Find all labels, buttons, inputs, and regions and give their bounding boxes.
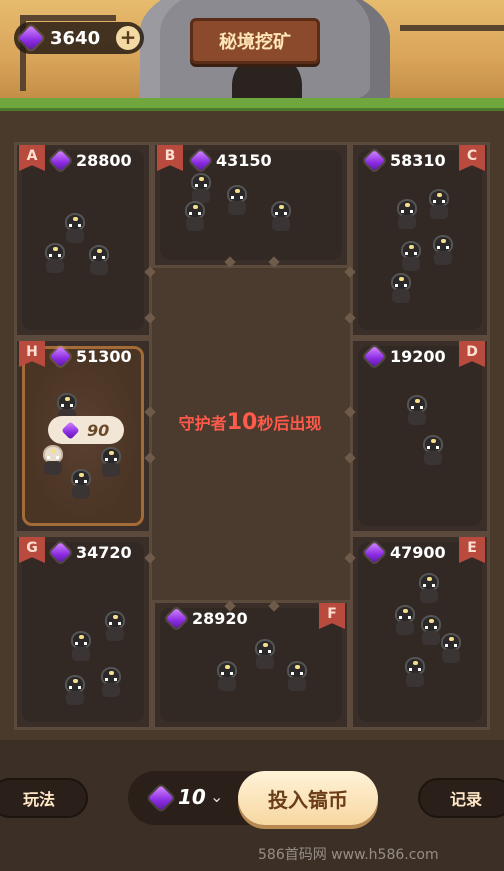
- bet-amount-value: 10: [178, 785, 206, 809]
- miner: [429, 235, 457, 265]
- room-e[interactable]: E 47900: [350, 534, 490, 730]
- watermark: 586首码网 www.h586.com: [258, 847, 439, 863]
- gem-icon: [189, 149, 212, 172]
- miner: [85, 245, 113, 275]
- records-button[interactable]: 记录: [418, 778, 504, 818]
- chevron-down-icon[interactable]: ⌄: [210, 787, 223, 806]
- room-c-value: 58310: [363, 149, 446, 172]
- gem-icon: [49, 345, 72, 368]
- gem-icon: [363, 345, 386, 368]
- miner: [61, 213, 89, 243]
- grass-strip: [0, 98, 504, 111]
- crane-right: [400, 25, 504, 31]
- miner: [181, 201, 209, 231]
- gem-icon: [18, 25, 44, 51]
- gem-balance-value: 3640: [50, 27, 101, 49]
- miner: [393, 199, 421, 229]
- miner: [251, 639, 279, 669]
- miner: [97, 447, 125, 477]
- miner: [397, 241, 425, 271]
- my-bet-badge: 90: [48, 416, 124, 444]
- room-e-value: 47900: [363, 541, 446, 564]
- miner: [101, 611, 129, 641]
- player-miner: [39, 445, 67, 475]
- gem-icon: [49, 149, 72, 172]
- miner: [391, 605, 419, 635]
- gem-balance: 3640 +: [14, 22, 144, 54]
- room-d-value: 19200: [363, 345, 446, 368]
- miner: [97, 667, 125, 697]
- miner: [415, 573, 443, 603]
- miner: [267, 201, 295, 231]
- miner: [437, 633, 465, 663]
- gem-icon: [165, 607, 188, 630]
- miner: [41, 243, 69, 273]
- room-a[interactable]: A 28800: [14, 142, 152, 338]
- rules-button[interactable]: 玩法: [0, 778, 88, 818]
- room-g-value: 34720: [49, 541, 132, 564]
- room-c[interactable]: C 58310: [350, 142, 490, 338]
- room-f-value: 28920: [165, 607, 248, 630]
- gem-icon: [148, 785, 174, 811]
- room-d[interactable]: D 19200: [350, 338, 490, 534]
- miner: [67, 631, 95, 661]
- miner: [213, 661, 241, 691]
- room-b-value: 43150: [189, 149, 272, 172]
- room-b[interactable]: B 43150: [152, 142, 350, 268]
- miner: [387, 273, 415, 303]
- miner: [401, 657, 429, 687]
- room-g[interactable]: G 34720: [14, 534, 152, 730]
- gem-icon: [363, 149, 386, 172]
- room-f[interactable]: F 28920: [152, 600, 350, 730]
- gem-icon: [363, 541, 386, 564]
- miner: [425, 189, 453, 219]
- miner: [61, 675, 89, 705]
- miner: [403, 395, 431, 425]
- invest-button[interactable]: 投入镐币: [238, 771, 378, 825]
- miner: [419, 435, 447, 465]
- miner: [187, 173, 215, 203]
- miner: [223, 185, 251, 215]
- miner: [283, 661, 311, 691]
- gem-icon: [61, 420, 80, 440]
- guardian-countdown: 守护者10秒后出现: [178, 410, 322, 435]
- gem-icon: [49, 541, 72, 564]
- room-h-value: 51300: [49, 345, 132, 368]
- game-title: 秘境挖矿: [190, 18, 320, 64]
- add-gems-button[interactable]: +: [116, 26, 140, 50]
- miner: [67, 469, 95, 499]
- room-a-value: 28800: [49, 149, 132, 172]
